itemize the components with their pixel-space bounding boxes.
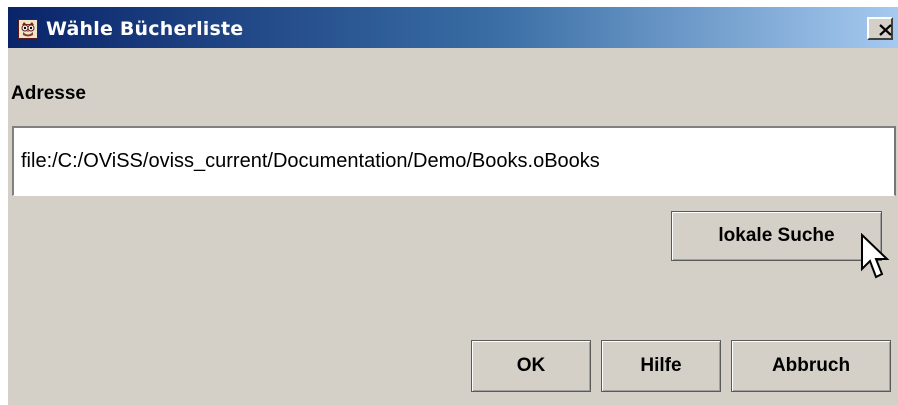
address-label: Adresse — [11, 83, 86, 104]
dialog-window: Wähle Bücherliste Adresse lokale Suche O… — [7, 6, 898, 405]
cancel-button[interactable]: Abbruch — [731, 340, 891, 392]
window-title: Wähle Bücherliste — [46, 18, 244, 40]
close-button[interactable] — [867, 17, 893, 40]
ok-button[interactable]: OK — [471, 340, 591, 392]
title-bar[interactable]: Wähle Bücherliste — [8, 7, 898, 48]
owl-app-icon — [18, 19, 38, 39]
close-icon — [879, 23, 892, 36]
address-input[interactable] — [12, 126, 896, 196]
local-search-button[interactable]: lokale Suche — [671, 211, 882, 261]
help-button[interactable]: Hilfe — [601, 340, 721, 392]
